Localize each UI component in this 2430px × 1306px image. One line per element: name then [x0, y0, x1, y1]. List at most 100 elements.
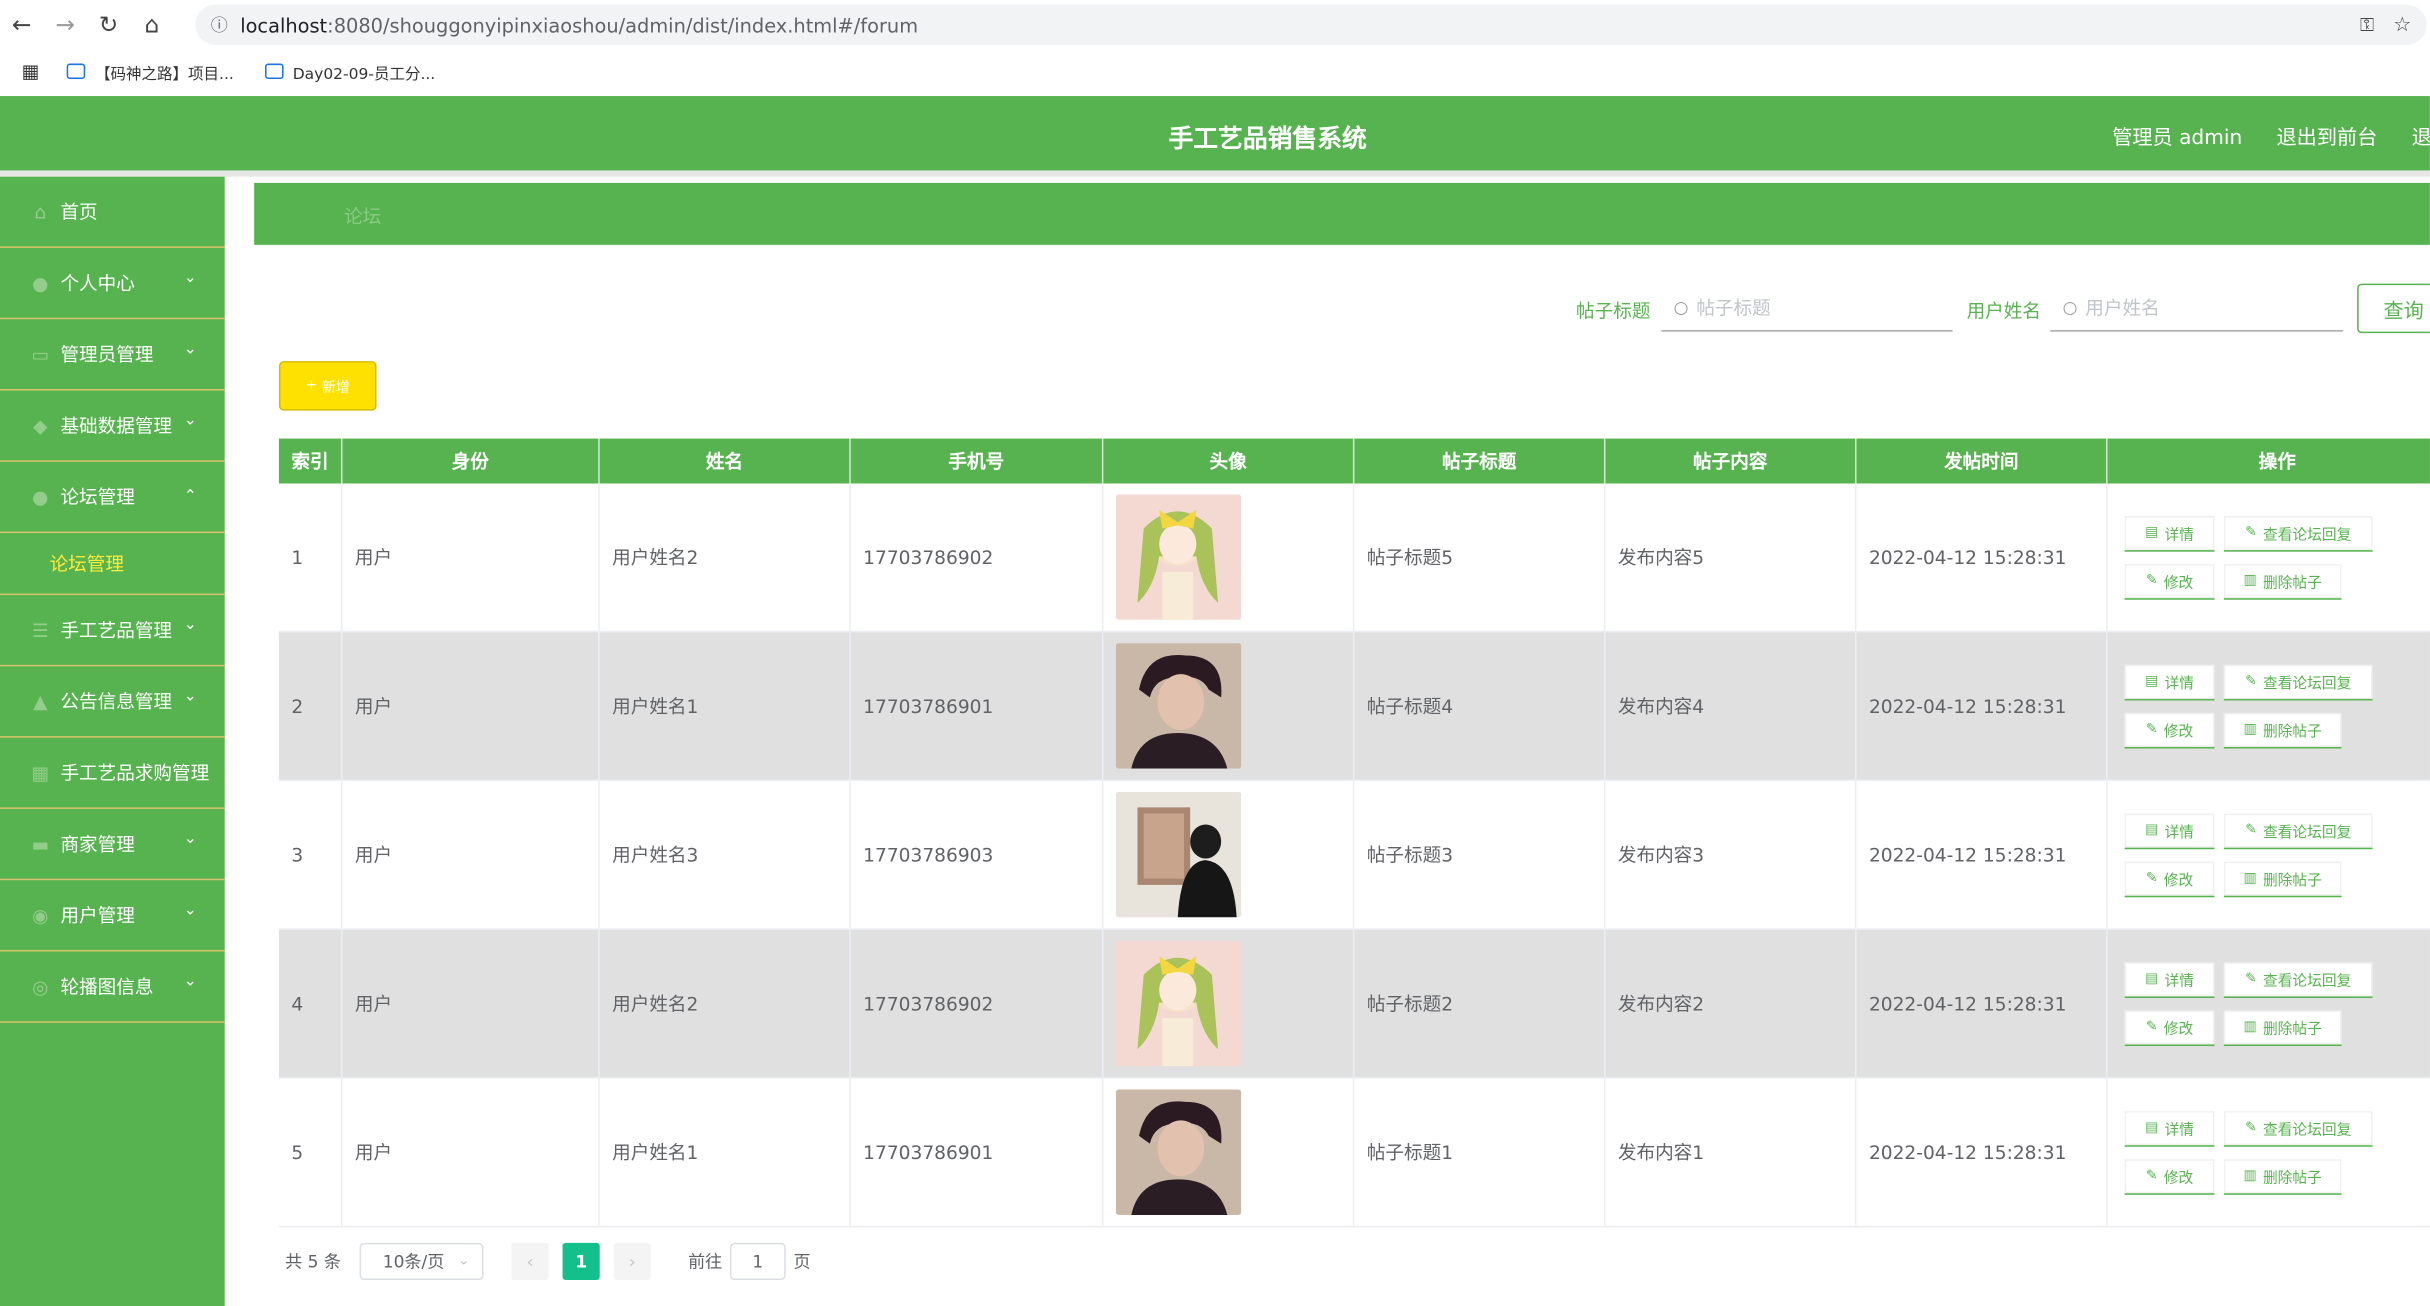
detail-button-label: 详情: [2164, 972, 2195, 990]
trash-icon: ▥: [2243, 721, 2257, 737]
breadcrumb: 论坛: [254, 182, 2430, 245]
cell-phone: 17703786901: [851, 632, 1104, 780]
delete-post-button[interactable]: ▥ 删除帖子: [2223, 860, 2342, 897]
view-replies-button[interactable]: ✎ 查看论坛回复: [2223, 1110, 2373, 1147]
breadcrumb-item[interactable]: 论坛: [344, 203, 381, 229]
avatar[interactable]: [1115, 494, 1242, 620]
page-number-current[interactable]: 1: [562, 1242, 600, 1281]
front-link[interactable]: 退出到前台: [2277, 127, 2378, 150]
star-icon[interactable]: ☆: [2393, 13, 2411, 36]
logout-link[interactable]: 退出: [2412, 127, 2430, 150]
bookmark-item[interactable]: 【码神之路】项目...: [67, 60, 234, 83]
home-button-icon[interactable]: ⌂: [130, 3, 173, 46]
pagination: 共 5 条 10条/页 ⌄ ‹ 1 › 前往 1 页: [285, 1242, 810, 1281]
sidebar-item-crafts[interactable]: ☰ 手工艺品管理 ⌄: [0, 595, 225, 667]
sidebar-item-users[interactable]: ◉ 用户管理 ⌄: [0, 880, 225, 952]
cell-role: 用户: [342, 929, 600, 1078]
avatar[interactable]: [1115, 791, 1242, 918]
sidebar-item-purchase[interactable]: ▦ 手工艺品求购管理: [0, 738, 225, 809]
detail-button[interactable]: ▤ 详情: [2124, 812, 2215, 849]
sidebar-item-label: 首页: [60, 201, 98, 224]
view-replies-button[interactable]: ✎ 查看论坛回复: [2223, 664, 2373, 700]
sidebar-subitem-forum[interactable]: 论坛管理: [0, 533, 225, 596]
edit-button[interactable]: ✎ 修改: [2124, 712, 2215, 748]
sidebar-item-carousel[interactable]: ◎ 轮播图信息 ⌄: [0, 952, 225, 1023]
table-header: 索引 身份 姓名 手机号 头像 帖子标题 帖子内容 发帖时间 操作: [278, 438, 2430, 484]
cell-name: 用户姓名1: [600, 1078, 851, 1226]
prev-page-button[interactable]: ‹: [511, 1242, 549, 1281]
cell-role: 用户: [342, 781, 600, 929]
cell-actions: ▤ 详情 ✎ 查看论坛回复 ✎ 修改 ▥ 删除帖子: [2108, 632, 2430, 779]
document-icon: ▤: [2145, 524, 2159, 541]
sidebar-item-shops[interactable]: ▬ 商家管理 ⌄: [0, 809, 225, 881]
header-divider: [0, 170, 2430, 177]
user-search-placeholder: 用户姓名: [2085, 297, 2160, 320]
edit-button[interactable]: ✎ 修改: [2124, 860, 2215, 897]
sidebar-item-profile[interactable]: ● 个人中心 ⌄: [0, 248, 225, 320]
sidebar-item-admins[interactable]: ▭ 管理员管理 ⌄: [0, 319, 225, 391]
next-page-button[interactable]: ›: [613, 1242, 651, 1281]
delete-post-button[interactable]: ▥ 删除帖子: [2223, 1158, 2342, 1195]
edit-button[interactable]: ✎ 修改: [2124, 563, 2215, 599]
view-replies-button[interactable]: ✎ 查看论坛回复: [2223, 961, 2373, 998]
cell-content: 发布内容4: [1605, 632, 1857, 780]
detail-button[interactable]: ▤ 详情: [2124, 515, 2215, 551]
page-size-select[interactable]: 10条/页 ⌄: [359, 1242, 484, 1281]
sidebar-item-notices[interactable]: ▲ 公告信息管理 ⌄: [0, 666, 225, 738]
admin-user-label: 管理员 admin: [2112, 127, 2243, 151]
forum-table: 索引 身份 姓名 手机号 头像 帖子标题 帖子内容 发帖时间 操作 1 用户 用户姓…: [278, 438, 2430, 1228]
avatar[interactable]: [1115, 940, 1242, 1067]
forward-icon[interactable]: →: [43, 3, 86, 46]
sidebar-item-forum[interactable]: ● 论坛管理 ⌃: [0, 462, 225, 534]
avatar[interactable]: [1115, 643, 1242, 769]
delete-post-button[interactable]: ▥ 删除帖子: [2223, 1009, 2342, 1046]
col-content: 帖子内容: [1605, 438, 1857, 484]
query-button[interactable]: 查询: [2357, 283, 2430, 334]
delete-post-label: 删除帖子: [2262, 1169, 2322, 1187]
sidebar-item-label: 手工艺品管理: [60, 619, 173, 642]
cell-avatar: [1103, 483, 1355, 631]
back-icon[interactable]: ←: [0, 3, 43, 46]
col-phone: 手机号: [851, 438, 1104, 484]
user-search-input[interactable]: ○ 用户姓名: [2050, 285, 2344, 332]
cell-title: 帖子标题2: [1354, 929, 1606, 1078]
cell-index: 4: [279, 929, 343, 1078]
bookmark-icon: [264, 63, 284, 80]
edit-button[interactable]: ✎ 修改: [2124, 1009, 2215, 1046]
table-row: 1 用户 用户姓名2 17703786902 帖子标题5 发布内容5 2022-04-12 …: [278, 483, 2430, 633]
edit-icon: ✎: [2145, 721, 2158, 737]
cell-name: 用户姓名3: [600, 781, 851, 929]
view-replies-button[interactable]: ✎ 查看论坛回复: [2223, 515, 2373, 551]
address-bar[interactable]: ⓘ localhost:8080/shouggonyipinxiaoshou/a…: [195, 4, 2427, 45]
site-info-icon[interactable]: ⓘ: [211, 12, 228, 37]
document-icon: ▤: [2145, 822, 2159, 838]
sidebar-item-home[interactable]: ⌂ 首页: [0, 177, 225, 248]
purchase-icon: ▦: [31, 761, 50, 784]
view-replies-button[interactable]: ✎ 查看论坛回复: [2223, 812, 2373, 849]
col-avatar: 头像: [1103, 438, 1355, 484]
home-icon: ⌂: [34, 200, 47, 223]
chevron-down-icon: ⌄: [457, 1253, 470, 1270]
goto-prefix: 前往: [688, 1252, 723, 1273]
detail-button[interactable]: ▤ 详情: [2124, 664, 2215, 700]
goto-page-input[interactable]: 1: [729, 1242, 786, 1281]
bookmark-item[interactable]: Day02-09-员工分...: [264, 60, 435, 83]
reload-icon[interactable]: ↻: [87, 3, 130, 46]
cell-index: 5: [279, 1078, 343, 1226]
add-button[interactable]: + 新增: [278, 361, 377, 411]
detail-button[interactable]: ▤ 详情: [2124, 1110, 2215, 1147]
avatar[interactable]: [1115, 1089, 1242, 1215]
apps-icon[interactable]: ▦: [22, 60, 40, 82]
edit-button[interactable]: ✎ 修改: [2124, 1158, 2215, 1195]
cell-index: 1: [279, 483, 343, 631]
key-icon[interactable]: ⚿: [2360, 13, 2374, 36]
detail-button[interactable]: ▤ 详情: [2124, 961, 2215, 998]
chevron-up-icon: ⌃: [183, 488, 197, 506]
cell-content: 发布内容3: [1605, 781, 1857, 929]
delete-post-button[interactable]: ▥ 删除帖子: [2223, 563, 2342, 599]
chevron-down-icon: ⌄: [183, 901, 197, 919]
delete-post-button[interactable]: ▥ 删除帖子: [2223, 712, 2342, 748]
notice-icon: ▲: [33, 690, 48, 713]
title-search-input[interactable]: ○ 帖子标题: [1661, 285, 1953, 332]
sidebar-item-basedata[interactable]: ◆ 基础数据管理 ⌄: [0, 391, 225, 462]
